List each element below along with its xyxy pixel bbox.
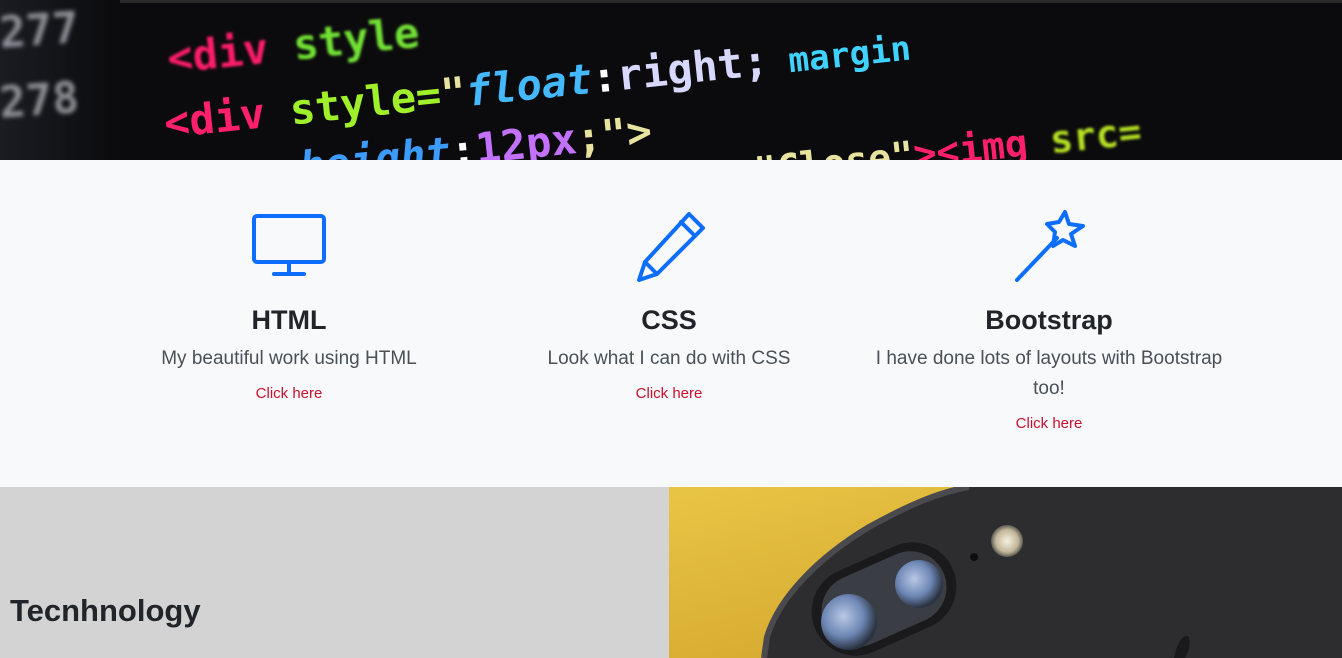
phone-photo <box>669 487 1342 658</box>
feature-title: HTML <box>251 305 327 335</box>
line-number-278: 278 <box>0 72 81 128</box>
hero-code-image: 277 278 <div style <div style="float:rig… <box>0 0 1342 160</box>
line-number-277: 277 <box>0 2 81 58</box>
feature-title: Bootstrap <box>985 305 1113 335</box>
features-section: HTML My beautiful work using HTML Click … <box>0 160 1342 487</box>
feature-title: CSS <box>641 305 697 335</box>
feature-html: HTML My beautiful work using HTML Click … <box>99 160 479 405</box>
click-here-link[interactable]: Click here <box>256 383 323 405</box>
feature-bootstrap: Bootstrap I have done lots of layouts wi… <box>859 160 1239 435</box>
feature-description: I have done lots of layouts with Bootstr… <box>875 348 1223 399</box>
phone-illustration <box>669 487 1342 658</box>
code-screenshot: 277 278 <div style <div style="float:rig… <box>0 2 1143 160</box>
click-here-link[interactable]: Click here <box>1016 413 1083 435</box>
svg-text:<div style: <div style <box>165 8 422 83</box>
feature-description: Look what I can do with CSS <box>547 348 791 369</box>
feature-css: CSS Look what I can do with CSS Click he… <box>479 160 859 405</box>
feature-description: My beautiful work using HTML <box>161 348 417 369</box>
pencil-icon <box>637 212 705 282</box>
technology-heading: Tecnhnology <box>10 593 201 628</box>
monitor-icon <box>252 214 326 276</box>
technology-panel: Tecnhnology <box>0 487 669 658</box>
click-here-link[interactable]: Click here <box>636 383 703 405</box>
magic-wand-icon <box>1015 210 1085 282</box>
